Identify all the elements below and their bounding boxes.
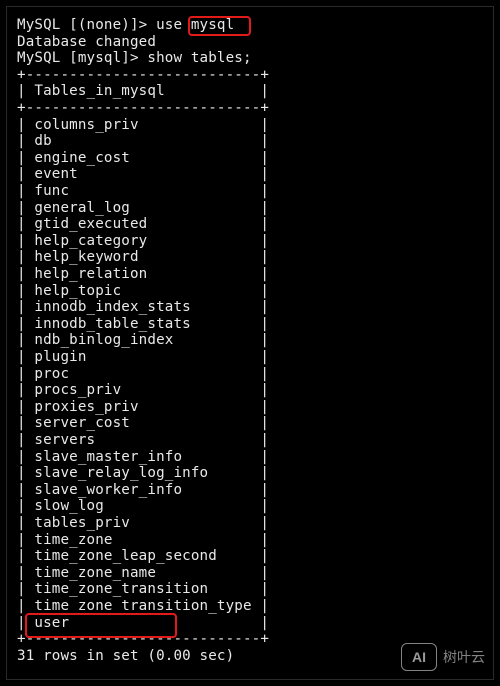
table-border-mid: +---------------------------+ xyxy=(17,100,270,116)
table-row: | procs_priv | xyxy=(17,382,270,399)
table-row: | slave_master_info | xyxy=(17,448,270,465)
watermark: AI 树叶云 xyxy=(401,643,485,671)
table-row: | event | xyxy=(17,166,270,183)
table-row: | help_topic | xyxy=(17,282,270,299)
watermark-site-text: 树叶云 xyxy=(443,650,485,666)
terminal-window[interactable]: MySQL [(none)]> use mysql Database chang… xyxy=(6,6,494,680)
table-row: | help_keyword | xyxy=(17,249,270,266)
table-row: | innodb_index_stats | xyxy=(17,299,270,316)
table-row: | proxies_priv | xyxy=(17,398,270,415)
table-row: | slow_log | xyxy=(17,498,270,515)
command-line-show-tables: MySQL [mysql]> show tables; xyxy=(17,50,252,67)
table-row: | help_category | xyxy=(17,232,270,249)
table-row: | func | xyxy=(17,183,270,199)
table-border-top: +---------------------------+ xyxy=(17,66,270,83)
table-row: | server_cost | xyxy=(17,415,270,432)
table-row: | time_zone_leap_second | xyxy=(17,548,270,565)
table-row: | columns_priv | xyxy=(17,116,270,133)
table-row: | time_zone_name | xyxy=(17,564,270,581)
table-row: | engine_cost | xyxy=(17,149,270,166)
table-border-bottom: +---------------------------+ xyxy=(17,631,270,648)
table-row: | time_zone | xyxy=(17,531,270,548)
table-row: | db | xyxy=(17,133,270,150)
highlight-box-use-arg xyxy=(188,16,251,36)
table-row: | time_zone_transition | xyxy=(17,581,270,598)
table-row: | ndb_binlog_index | xyxy=(17,332,270,349)
table-row: | proc | xyxy=(17,365,270,382)
table-row: | plugin | xyxy=(17,349,270,365)
status-database-changed: Database changed xyxy=(17,33,157,50)
table-row: | slave_relay_log_info | xyxy=(17,465,270,482)
table-row: | gtid_executed | xyxy=(17,216,270,233)
table-header-row: | Tables_in_mysql | xyxy=(17,83,270,100)
table-row: | innodb_table_stats | xyxy=(17,315,270,332)
watermark-logo-icon: AI xyxy=(401,643,437,671)
result-summary: 31 rows in set (0.00 sec) xyxy=(17,647,235,664)
table-row: | general_log | xyxy=(17,199,270,216)
prompt-none: MySQL [(none)]> use xyxy=(17,17,191,33)
table-row: | tables_priv | xyxy=(17,515,270,531)
table-row: | slave_worker_info | xyxy=(17,481,270,498)
table-row: | help_relation | xyxy=(17,266,270,282)
table-row: | servers | xyxy=(17,432,270,448)
